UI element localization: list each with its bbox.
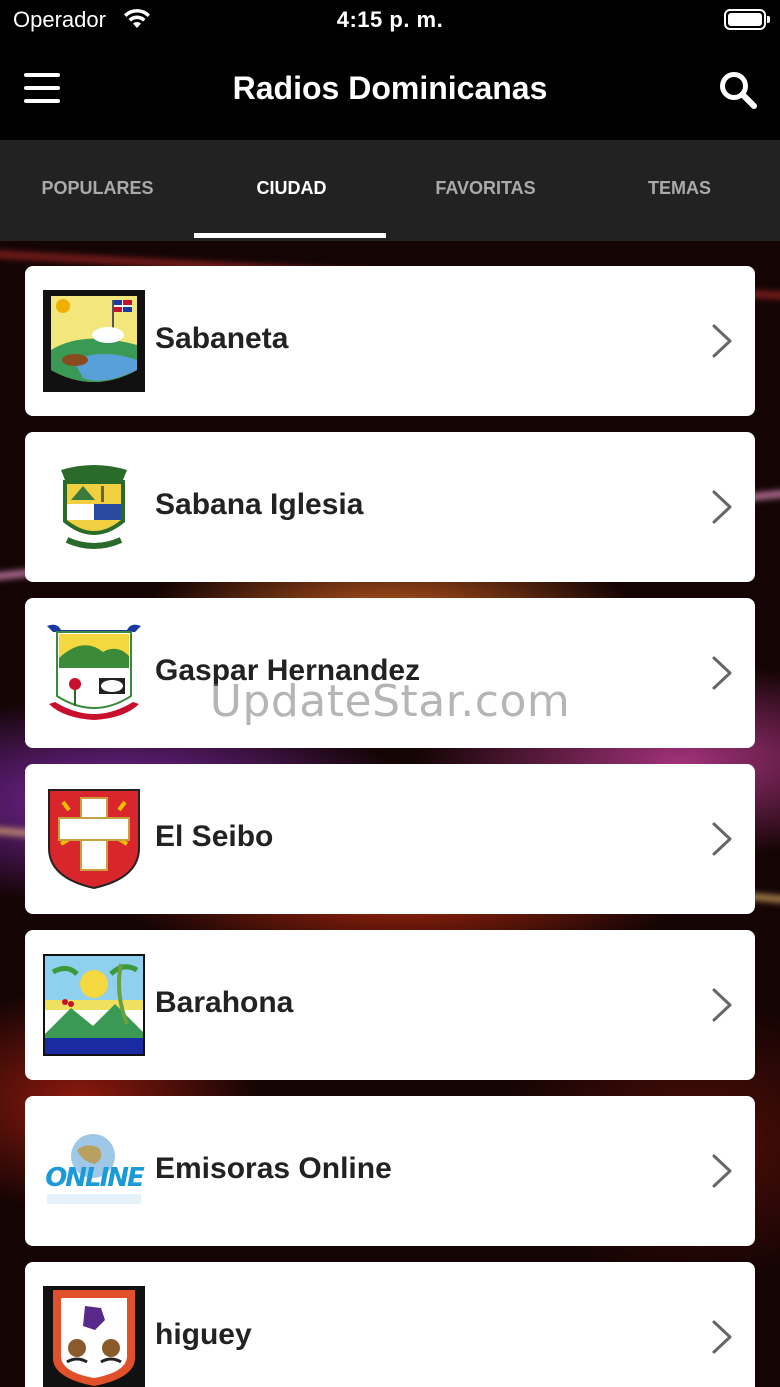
city-label: Barahona bbox=[155, 986, 294, 1019]
city-label: Sabana Iglesia bbox=[155, 488, 364, 521]
chevron-right-icon bbox=[712, 490, 732, 524]
chevron-right-icon bbox=[712, 1320, 732, 1354]
list-item-sabaneta[interactable]: Sabaneta bbox=[25, 266, 755, 416]
tab-populares[interactable]: POPULARES bbox=[0, 140, 195, 241]
city-list: Sabaneta Sabana Iglesia Gaspar Hernandez… bbox=[0, 241, 780, 1387]
search-icon[interactable] bbox=[718, 70, 758, 110]
gaspar-hernandez-crest-icon bbox=[43, 622, 145, 724]
battery-icon bbox=[724, 9, 770, 30]
clock-label: 4:15 p. m. bbox=[336, 7, 444, 32]
tab-temas[interactable]: TEMAS bbox=[582, 140, 777, 241]
higuey-crest-icon bbox=[43, 1286, 145, 1387]
sabana-iglesia-crest-icon bbox=[43, 456, 145, 558]
chevron-right-icon bbox=[712, 656, 732, 690]
barahona-crest-icon bbox=[43, 954, 145, 1056]
tab-favoritas[interactable]: FAVORITAS bbox=[388, 140, 583, 241]
chevron-right-icon bbox=[712, 324, 732, 358]
city-label: El Seibo bbox=[155, 820, 274, 853]
chevron-right-icon bbox=[712, 988, 732, 1022]
online-logo-text: ONLINE bbox=[45, 1163, 145, 1193]
status-bar: Operador 4:15 p. m. bbox=[0, 0, 780, 40]
list-item-higuey[interactable]: higuey bbox=[25, 1262, 755, 1387]
navigation-bar: Radios Dominicanas bbox=[0, 40, 780, 140]
list-item-emisoras-online[interactable]: ONLINE Emisoras Online bbox=[25, 1096, 755, 1246]
el-seibo-crest-icon bbox=[43, 788, 145, 890]
city-label: Sabaneta bbox=[155, 322, 289, 355]
city-label: Gaspar Hernandez bbox=[155, 654, 421, 687]
city-label: higuey bbox=[155, 1318, 252, 1351]
chevron-right-icon bbox=[712, 822, 732, 856]
tab-bar: POPULARES CIUDAD FAVORITAS TEMAS bbox=[0, 140, 780, 241]
sabaneta-crest-icon bbox=[43, 290, 145, 392]
list-item-gaspar-hernandez[interactable]: Gaspar Hernandez bbox=[25, 598, 755, 748]
active-tab-indicator bbox=[194, 233, 386, 238]
page-title: Radios Dominicanas bbox=[232, 70, 548, 106]
list-item-barahona[interactable]: Barahona bbox=[25, 930, 755, 1080]
tab-ciudad[interactable]: CIUDAD bbox=[194, 140, 389, 241]
list-item-el-seibo[interactable]: El Seibo bbox=[25, 764, 755, 914]
chevron-right-icon bbox=[712, 1154, 732, 1188]
online-globe-icon: ONLINE bbox=[43, 1120, 145, 1222]
list-item-sabana-iglesia[interactable]: Sabana Iglesia bbox=[25, 432, 755, 582]
city-label: Emisoras Online bbox=[155, 1152, 392, 1185]
